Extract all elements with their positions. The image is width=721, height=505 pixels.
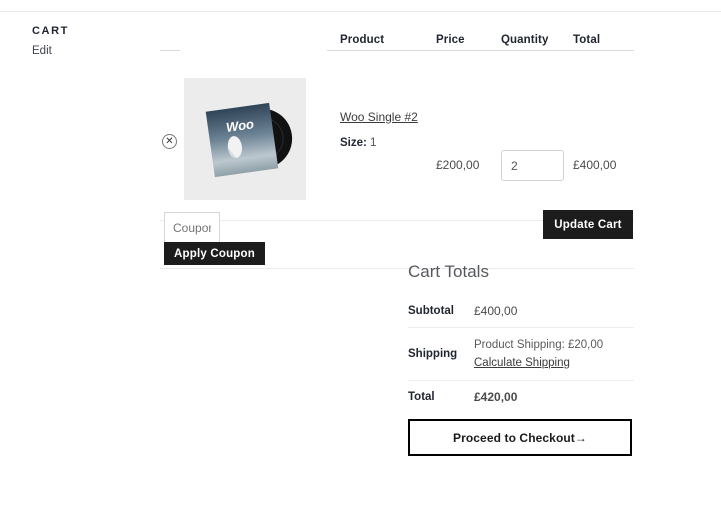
product-name-link[interactable]: Woo Single #2 <box>340 110 418 125</box>
subtotal-value: £400,00 <box>474 304 518 318</box>
subtotal-label: Subtotal <box>408 305 454 317</box>
shipping-method: Product Shipping: £20,00 <box>474 339 604 351</box>
shipping-cell: Product Shipping: £20,00 Calculate Shipp… <box>474 327 634 381</box>
coupon-code-input[interactable] <box>164 212 220 243</box>
variation-label: Size: <box>340 137 367 149</box>
table-row: ✕ Woo Woo Single #2 Size: 1 £200,00 2 £4… <box>160 50 634 221</box>
proceed-to-checkout-button[interactable]: Proceed to Checkout→ <box>408 419 632 456</box>
cart-table-header-row: Product Price Quantity Total <box>160 24 634 51</box>
column-header-quantity: Quantity <box>501 34 549 46</box>
product-price: £200,00 <box>436 158 480 172</box>
subtotal-row: Subtotal £400,00 <box>408 304 634 328</box>
product-variation: Size: 1 <box>340 136 436 150</box>
cart-totals-table: Subtotal £400,00 Shipping Product Shippi… <box>408 304 634 413</box>
total-value: £420,00 <box>474 380 634 413</box>
product-line-total: £400,00 <box>573 158 617 172</box>
total-row: Total £420,00 <box>408 380 634 413</box>
column-header-price: Price <box>436 34 465 46</box>
cart-totals-title: Cart Totals <box>408 262 489 281</box>
cart-heading-block: CART Edit <box>32 24 152 59</box>
shipping-row: Shipping Product Shipping: £20,00 Calcul… <box>408 327 634 381</box>
remove-item-icon[interactable]: ✕ <box>162 134 177 149</box>
variation-value: 1 <box>370 137 377 149</box>
apply-coupon-button[interactable]: Apply Coupon <box>164 242 265 265</box>
column-header-total: Total <box>573 34 601 46</box>
product-cell: Woo Single #2 Size: 1 <box>340 110 436 150</box>
cart-totals-panel: Cart Totals Subtotal £400,00 Shipping Pr… <box>408 262 634 413</box>
total-label: Total <box>408 380 474 413</box>
update-cart-button[interactable]: Update Cart <box>543 210 633 239</box>
calculate-shipping-link[interactable]: Calculate Shipping <box>474 355 570 371</box>
page-title: CART <box>32 25 69 37</box>
cart-table: Product Price Quantity Total ✕ Woo Woo S… <box>160 24 634 269</box>
page-top-divider <box>0 11 721 12</box>
cart-actions-row: Apply Coupon Update Cart <box>160 187 634 269</box>
column-header-product: Product <box>340 34 385 46</box>
shipping-label: Shipping <box>408 327 474 381</box>
quantity-input[interactable] <box>501 150 564 181</box>
product-thumbnail[interactable]: Woo <box>184 78 306 200</box>
edit-link[interactable]: Edit <box>32 44 52 58</box>
vinyl-record-icon: Woo <box>184 78 306 200</box>
